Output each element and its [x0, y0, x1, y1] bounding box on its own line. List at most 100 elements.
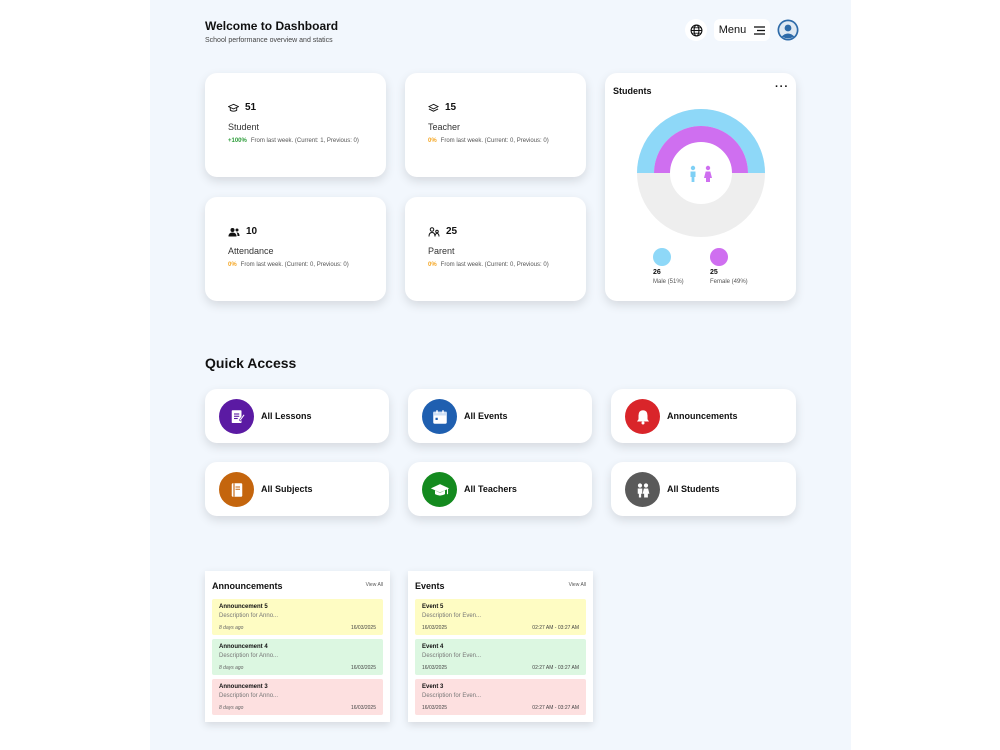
announcement-title: Announcement 4: [219, 644, 268, 650]
announcements-panel-title: Announcements: [212, 581, 283, 591]
quick-access-all-events[interactable]: All Events: [408, 389, 592, 443]
stat-change-percent: 0%: [428, 138, 437, 144]
male-count: 26: [653, 269, 661, 276]
event-description: Description for Even...: [422, 613, 482, 619]
quick-access-title: Quick Access: [205, 355, 297, 371]
event-description: Description for Even...: [422, 693, 482, 699]
menu-button[interactable]: Menu: [714, 19, 770, 41]
book-icon: [219, 472, 254, 507]
stat-value: 10: [246, 226, 258, 237]
page-subtitle: School performance overview and statics: [205, 37, 333, 44]
announcement-age: 8 days ago: [219, 665, 244, 671]
event-date: 16/03/2025: [422, 665, 448, 671]
stat-value: 25: [446, 226, 458, 237]
events-view-all-link[interactable]: View All: [569, 582, 586, 588]
announcement-description: Description for Anno...: [219, 693, 279, 699]
stat-change-text: From last week. (Current: 0, Previous: 0…: [440, 262, 549, 268]
event-date: 16/03/2025: [422, 625, 448, 631]
event-time: 02:27 AM - 03:27 AM: [532, 625, 579, 631]
event-title: Event 3: [422, 684, 444, 690]
parent-icon: [428, 226, 440, 237]
more-options-icon[interactable]: ···: [775, 81, 789, 93]
stat-card-student: 51 Student +100% From last week. (Current…: [205, 73, 386, 177]
students-card: Students ··· 26 Male (51%) 25 Female (49…: [605, 73, 796, 301]
announcement-item[interactable]: Announcement 5 Description for Anno... 8…: [212, 599, 383, 635]
quick-access-all-teachers[interactable]: All Teachers: [408, 462, 592, 516]
notebook-icon: [219, 399, 254, 434]
announcement-title: Announcement 3: [219, 684, 268, 690]
event-title: Event 5: [422, 604, 444, 610]
events-panel: Events View All Event 5 Description for …: [408, 571, 593, 722]
bell-icon: [625, 399, 660, 434]
announcement-item[interactable]: Announcement 4 Description for Anno... 8…: [212, 639, 383, 675]
announcement-age: 8 days ago: [219, 705, 244, 711]
stat-change: 0% From last week. (Current: 0, Previous:…: [228, 262, 349, 268]
announcement-title: Announcement 5: [219, 604, 268, 610]
stat-label: Teacher: [428, 122, 461, 132]
event-time: 02:27 AM - 03:27 AM: [532, 665, 579, 671]
event-item[interactable]: Event 3 Description for Even... 16/03/20…: [415, 679, 586, 715]
stat-change: 0% From last week. (Current: 0, Previous:…: [428, 138, 549, 144]
stat-change-text: From last week. (Current: 1, Previous: 0…: [250, 138, 359, 144]
announcement-date: 16/03/2025: [350, 625, 376, 631]
menu-lines-icon: [754, 25, 766, 35]
graduation-cap-icon: [228, 103, 239, 112]
announcement-item[interactable]: Announcement 3 Description for Anno... 8…: [212, 679, 383, 715]
quick-access-label: Announcements: [667, 411, 738, 421]
layers-icon: [428, 103, 439, 112]
quick-access-all-subjects[interactable]: All Subjects: [205, 462, 389, 516]
announcements-view-all-link[interactable]: View All: [366, 582, 383, 588]
male-label: Male (51%): [653, 279, 684, 285]
announcement-date: 16/03/2025: [350, 705, 376, 711]
stat-change-text: From last week. (Current: 0, Previous: 0…: [240, 262, 349, 268]
female-label: Female (49%): [710, 279, 748, 285]
stat-change-percent: 0%: [228, 262, 237, 268]
mortarboard-icon: [422, 472, 457, 507]
page-title: Welcome to Dashboard: [205, 19, 339, 33]
event-item[interactable]: Event 4 Description for Even... 16/03/20…: [415, 639, 586, 675]
avatar[interactable]: [777, 19, 799, 41]
calendar-icon: [422, 399, 457, 434]
stat-card-attendance: 10 Attendance 0% From last week. (Current…: [205, 197, 386, 301]
male-legend-dot: [653, 248, 671, 266]
students-icon: [625, 472, 660, 507]
quick-access-all-lessons[interactable]: All Lessons: [205, 389, 389, 443]
stat-card-teacher: 15 Teacher 0% From last week. (Current: 0…: [405, 73, 586, 177]
quick-access-label: All Students: [667, 484, 720, 494]
events-panel-title: Events: [415, 581, 445, 591]
globe-icon: [690, 24, 702, 36]
stat-change-percent: +100%: [228, 138, 247, 144]
stat-label: Student: [228, 122, 260, 132]
announcement-description: Description for Anno...: [219, 653, 279, 659]
female-legend-dot: [710, 248, 728, 266]
event-title: Event 4: [422, 644, 444, 650]
announcement-description: Description for Anno...: [219, 613, 279, 619]
announcement-age: 8 days ago: [219, 625, 244, 631]
event-item[interactable]: Event 5 Description for Even... 16/03/20…: [415, 599, 586, 635]
announcements-panel: Announcements View All Announcement 5 De…: [205, 571, 390, 722]
event-time: 02:27 AM - 03:27 AM: [532, 705, 579, 711]
quick-access-label: All Subjects: [261, 484, 313, 494]
event-date: 16/03/2025: [422, 705, 448, 711]
students-donut-chart: [637, 109, 765, 237]
male-figure-icon: [690, 165, 696, 182]
users-icon: [228, 227, 240, 236]
stat-change-percent: 0%: [428, 262, 437, 268]
event-description: Description for Even...: [422, 653, 482, 659]
stat-label: Parent: [428, 246, 455, 256]
menu-label: Menu: [718, 24, 747, 36]
quick-access-label: All Events: [464, 411, 508, 421]
stat-change: 0% From last week. (Current: 0, Previous:…: [428, 262, 549, 268]
quick-access-all-students[interactable]: All Students: [611, 462, 796, 516]
stat-change: +100% From last week. (Current: 1, Previo…: [228, 138, 359, 144]
female-count: 25: [710, 269, 718, 276]
stat-change-text: From last week. (Current: 0, Previous: 0…: [440, 138, 549, 144]
quick-access-label: All Teachers: [464, 484, 517, 494]
students-card-title: Students: [613, 86, 652, 96]
language-button[interactable]: [685, 19, 707, 41]
stat-value: 15: [445, 102, 457, 113]
donut-female-arc: [654, 126, 748, 174]
quick-access-announcements[interactable]: Announcements: [611, 389, 796, 443]
quick-access-label: All Lessons: [261, 411, 312, 421]
stat-card-parent: 25 Parent 0% From last week. (Current: 0,…: [405, 197, 586, 301]
